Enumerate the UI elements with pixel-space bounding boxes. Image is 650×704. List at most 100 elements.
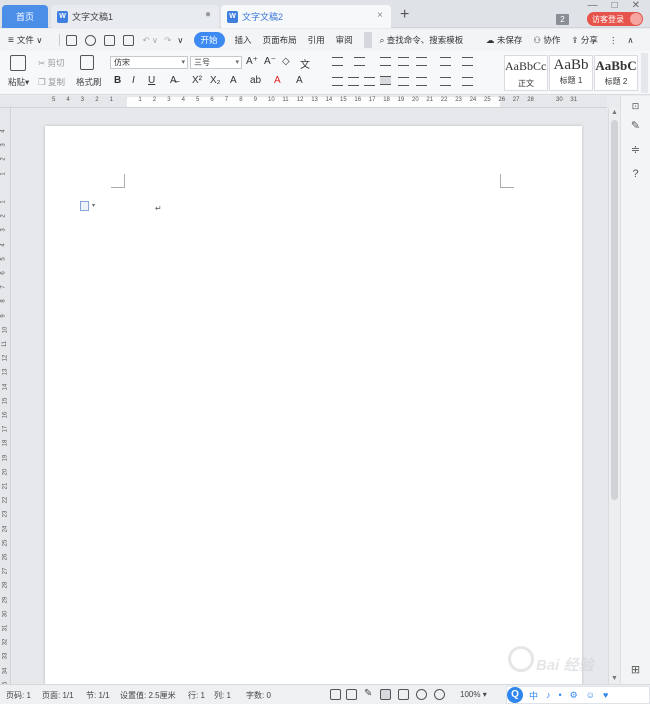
edit-pen-icon[interactable]: ✎ bbox=[629, 120, 642, 133]
paste-icon[interactable] bbox=[10, 55, 26, 71]
eye-protection-icon[interactable] bbox=[434, 689, 445, 700]
zoom-level[interactable]: 100% ▾ bbox=[460, 690, 487, 699]
format-painter-button[interactable]: 格式刷 bbox=[76, 76, 102, 88]
sort-icon[interactable] bbox=[440, 57, 451, 66]
tab-page-layout[interactable]: 页面布局 bbox=[263, 34, 297, 46]
more-tabs-icon[interactable] bbox=[363, 32, 372, 48]
window-count-badge[interactable]: 2 bbox=[556, 14, 569, 25]
status-setting[interactable]: 设置值: 2.5厘米 bbox=[120, 690, 176, 701]
more-menu-icon[interactable]: ⋮ bbox=[609, 35, 618, 46]
print-preview-icon[interactable] bbox=[123, 34, 135, 46]
phonetic-guide-icon[interactable]: 文 bbox=[300, 56, 310, 71]
window-close-icon[interactable]: ✕ bbox=[632, 0, 640, 11]
tab-close-icon[interactable]: × bbox=[377, 10, 383, 21]
apps-grid-icon[interactable]: ⊞ bbox=[629, 664, 642, 677]
ime-settings-icon[interactable]: ⚙ bbox=[570, 690, 578, 701]
vertical-scrollbar[interactable]: ▲ ▼ bbox=[608, 108, 620, 684]
guest-login-button[interactable]: 访客登录 bbox=[587, 12, 643, 26]
tab-doc2[interactable]: W 文字文稿2 × bbox=[221, 5, 391, 28]
outline-view-icon[interactable] bbox=[398, 689, 409, 700]
menu-file[interactable]: 文件 ∨ bbox=[17, 34, 43, 46]
export-pdf-icon[interactable] bbox=[85, 34, 97, 46]
command-search[interactable]: ⌕ 查找命令、搜索模板 bbox=[380, 34, 464, 46]
strikethrough-icon[interactable]: A̶ bbox=[170, 75, 177, 86]
char-shading-icon[interactable]: A bbox=[296, 75, 303, 86]
quick-access-dropdown-icon[interactable]: ∨ bbox=[177, 35, 183, 46]
ime-chinese-toggle[interactable]: 中 bbox=[529, 689, 538, 702]
horizontal-ruler[interactable]: 5 4 3 2 1 1 2 3 4 5 6 7 8 9 10 11 12 13 14 15 16 17 18 19 20 21 22… bbox=[0, 96, 607, 108]
panel-toggle-icon[interactable]: ⊡ bbox=[629, 100, 642, 113]
scrollbar-thumb[interactable] bbox=[611, 120, 618, 500]
status-section[interactable]: 节: 1/1 bbox=[86, 690, 110, 701]
hamburger-icon[interactable]: ≡ bbox=[8, 35, 14, 46]
text-effect-icon[interactable]: A bbox=[230, 75, 237, 86]
status-pages[interactable]: 页面: 1/1 bbox=[42, 690, 74, 701]
italic-button[interactable]: I bbox=[132, 75, 135, 86]
cut-button[interactable]: ✂ 剪切 bbox=[38, 57, 65, 69]
underline-button[interactable]: U bbox=[148, 75, 155, 86]
tab-home[interactable]: 首页 bbox=[2, 5, 48, 28]
tab-doc1[interactable]: W 文字文稿1 ● bbox=[51, 5, 219, 28]
status-line[interactable]: 行: 1 bbox=[188, 690, 205, 701]
highlight-icon[interactable]: ab bbox=[250, 75, 261, 86]
align-right-icon[interactable] bbox=[364, 77, 375, 86]
settings-sliders-icon[interactable]: ≑ bbox=[629, 144, 642, 157]
new-tab-button[interactable]: + bbox=[400, 6, 409, 24]
style-heading2[interactable]: AaBbC 标题 2 bbox=[594, 55, 638, 91]
input-method-logo-icon[interactable]: Q bbox=[507, 687, 523, 703]
web-view-icon[interactable] bbox=[416, 689, 427, 700]
subscript-icon[interactable]: X₂ bbox=[210, 75, 221, 86]
share-button[interactable]: ⇪ 分享 bbox=[571, 34, 598, 46]
font-name-select[interactable]: 仿宋 ▾ bbox=[110, 56, 188, 69]
save-icon[interactable] bbox=[66, 34, 78, 46]
format-painter-icon[interactable] bbox=[80, 55, 94, 70]
document-page[interactable]: ▾ ↵ bbox=[45, 126, 582, 696]
numbered-list-icon[interactable] bbox=[354, 57, 365, 66]
style-normal[interactable]: AaBbCcDd 正文 bbox=[504, 55, 548, 91]
help-icon[interactable]: ? bbox=[629, 168, 642, 181]
tab-review[interactable]: 审阅 bbox=[336, 34, 353, 46]
collab-button[interactable]: ⚇ 协作 bbox=[533, 34, 560, 46]
ime-skin-icon[interactable]: ♥ bbox=[603, 690, 608, 700]
copy-button[interactable]: ❐ 复制 bbox=[38, 76, 65, 88]
style-heading1[interactable]: AaBb 标题 1 bbox=[549, 55, 593, 91]
align-center-icon[interactable] bbox=[348, 77, 359, 86]
print-icon[interactable] bbox=[104, 34, 116, 46]
bold-button[interactable]: B bbox=[114, 75, 121, 86]
decrease-indent-icon[interactable] bbox=[380, 57, 391, 66]
align-left-icon[interactable] bbox=[332, 77, 343, 86]
ime-punct-icon[interactable]: • bbox=[559, 690, 562, 700]
page-view-icon[interactable] bbox=[380, 689, 391, 700]
collapse-ribbon-icon[interactable]: ∧ bbox=[627, 35, 633, 46]
read-mode-icon[interactable] bbox=[346, 689, 357, 700]
shrink-font-icon[interactable]: A⁻ bbox=[264, 56, 276, 67]
document-assistant-icon[interactable] bbox=[80, 201, 89, 211]
maximize-icon[interactable]: □ bbox=[612, 0, 618, 11]
scroll-up-icon[interactable]: ▲ bbox=[611, 109, 618, 116]
distributed-icon[interactable] bbox=[398, 77, 409, 86]
edit-mode-icon[interactable]: ✎ bbox=[364, 688, 375, 699]
unsaved-status[interactable]: ☁ 未保存 bbox=[486, 34, 522, 46]
line-spacing-icon[interactable] bbox=[416, 77, 427, 86]
justify-icon[interactable] bbox=[380, 76, 391, 85]
chinese-layout-icon[interactable] bbox=[416, 57, 427, 66]
input-method-toolbar[interactable]: Q 中 ♪ • ⚙ ☺ ♥ bbox=[506, 686, 650, 704]
font-color-icon[interactable]: A bbox=[274, 75, 281, 86]
status-word-count[interactable]: 字数: 0 bbox=[246, 690, 271, 701]
bullet-list-icon[interactable] bbox=[332, 57, 343, 66]
minimize-icon[interactable]: — bbox=[588, 0, 598, 11]
font-size-select[interactable]: 三号 ▾ bbox=[190, 56, 242, 69]
tab-references[interactable]: 引用 bbox=[308, 34, 325, 46]
status-column[interactable]: 列: 1 bbox=[214, 690, 231, 701]
fullscreen-icon[interactable] bbox=[330, 689, 341, 700]
document-workspace[interactable]: ▾ ↵ bbox=[12, 108, 608, 696]
borders-icon[interactable] bbox=[462, 77, 473, 86]
ime-voice-icon[interactable]: ♪ bbox=[546, 690, 551, 700]
show-marks-icon[interactable] bbox=[462, 57, 473, 66]
styles-scroll[interactable] bbox=[641, 53, 648, 93]
status-page[interactable]: 页码: 1 bbox=[6, 690, 31, 701]
chevron-down-icon[interactable]: ▾ bbox=[92, 202, 95, 209]
redo-icon[interactable]: ↷ bbox=[164, 35, 171, 46]
ime-emoji-icon[interactable]: ☺ bbox=[586, 690, 595, 700]
shading-icon[interactable] bbox=[440, 77, 451, 86]
